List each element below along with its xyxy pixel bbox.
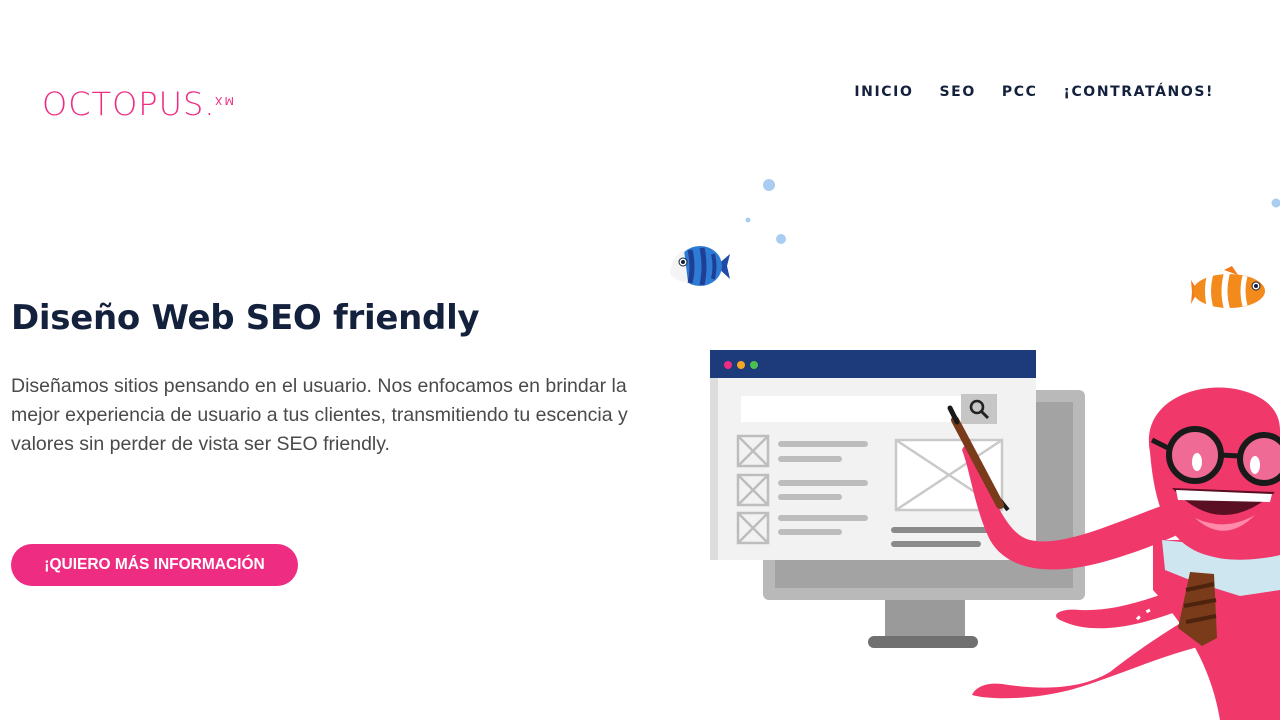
search-icon	[961, 394, 997, 424]
hero-illustration	[670, 179, 1280, 720]
clownfish-icon	[1191, 266, 1265, 310]
blue-tang-fish-icon	[670, 246, 730, 286]
bubble-icon	[745, 179, 1280, 244]
